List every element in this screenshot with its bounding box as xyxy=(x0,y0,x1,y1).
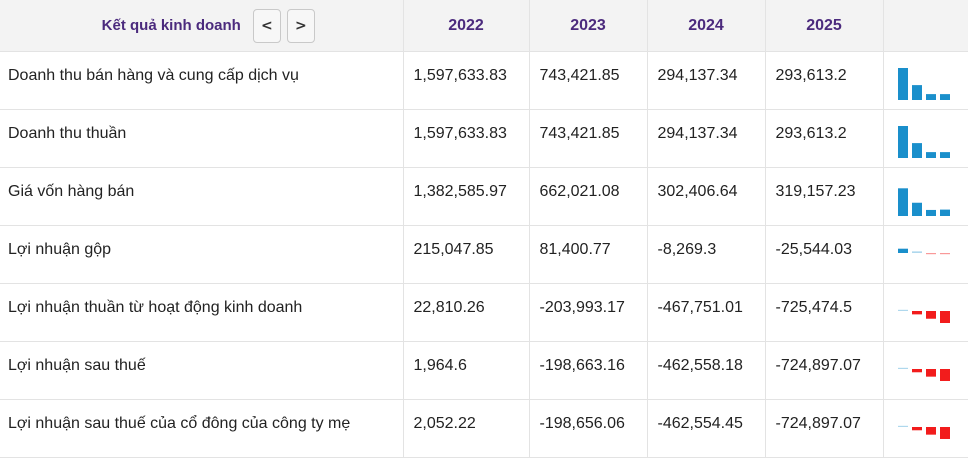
row-label: Doanh thu bán hàng và cung cấp dịch vụ xyxy=(0,51,404,110)
table-row: Lợi nhuận sau thuế của cổ đông của công … xyxy=(0,399,968,458)
sparkline-chart xyxy=(897,367,950,381)
value-cell-2025: -724,897.07 xyxy=(765,399,884,458)
sparkline-bar xyxy=(939,310,950,323)
sparkline-bar xyxy=(939,151,950,158)
table-row: Doanh thu bán hàng và cung cấp dịch vụ 1,… xyxy=(0,51,968,110)
sparkline-chart xyxy=(897,248,950,254)
value-cell-2025: -725,474.5 xyxy=(765,283,884,342)
sparkline-bar xyxy=(897,309,908,311)
sparkline-bar xyxy=(897,67,908,100)
next-button[interactable]: > xyxy=(286,8,315,43)
sparkline-bar xyxy=(911,426,922,430)
value-cell-2023: -203,993.17 xyxy=(529,283,648,342)
row-label: Lợi nhuận sau thuế xyxy=(0,341,404,400)
table-row: Lợi nhuận sau thuế 1,964.6 -198,663.16 -462… xyxy=(0,341,968,400)
sparkline-chart xyxy=(897,309,950,323)
sparkline-bar xyxy=(911,368,922,372)
sparkline-bar xyxy=(939,368,950,381)
value-cell-2022: 1,964.6 xyxy=(403,341,530,400)
sparkline-bar xyxy=(939,209,950,216)
row-label: Giá vốn hàng bán xyxy=(0,167,404,226)
value-cell-2022: 22,810.26 xyxy=(403,283,530,342)
value-cell-2025: -25,544.03 xyxy=(765,225,884,284)
year-header-2024: 2024 xyxy=(647,0,766,52)
sparkline-chart xyxy=(897,125,950,158)
value-cell-2024: 302,406.64 xyxy=(647,167,766,226)
row-label: Doanh thu thuần xyxy=(0,109,404,168)
value-cell-2023: 743,421.85 xyxy=(529,109,648,168)
value-cell-2022: 215,047.85 xyxy=(403,225,530,284)
section-title: Kết quả kinh doanh xyxy=(101,17,241,34)
sparkline-cell xyxy=(883,167,968,226)
sparkline-bar xyxy=(897,125,908,158)
value-cell-2024: 294,137.34 xyxy=(647,109,766,168)
prev-button[interactable]: < xyxy=(252,8,281,43)
header-title-cell: Kết quả kinh doanh < > xyxy=(0,0,404,52)
year-header-2025: 2025 xyxy=(765,0,884,52)
sparkline-cell xyxy=(883,51,968,110)
sparkline-bar xyxy=(897,248,908,253)
header-row: Kết quả kinh doanh < > 2022 2023 2024 20… xyxy=(0,0,968,52)
sparkline-bar xyxy=(925,310,936,319)
sparkline-bar xyxy=(939,93,950,100)
value-cell-2022: 1,382,585.97 xyxy=(403,167,530,226)
value-cell-2024: -8,269.3 xyxy=(647,225,766,284)
value-cell-2024: -462,558.18 xyxy=(647,341,766,400)
sparkline-bar xyxy=(925,93,936,100)
sparkline-bar xyxy=(897,367,908,369)
table-row: Lợi nhuận thuần từ hoạt động kinh doanh 2… xyxy=(0,283,968,342)
sparkline-bar xyxy=(939,426,950,439)
value-cell-2024: -467,751.01 xyxy=(647,283,766,342)
table-row: Doanh thu thuần 1,597,633.83 743,421.85 294… xyxy=(0,109,968,168)
value-cell-2023: 743,421.85 xyxy=(529,51,648,110)
value-cell-2024: 294,137.34 xyxy=(647,51,766,110)
value-cell-2022: 1,597,633.83 xyxy=(403,109,530,168)
value-cell-2022: 2,052.22 xyxy=(403,399,530,458)
sparkline-bar xyxy=(925,368,936,377)
row-label: Lợi nhuận thuần từ hoạt động kinh doanh xyxy=(0,283,404,342)
value-cell-2025: -724,897.07 xyxy=(765,341,884,400)
sparkline-header xyxy=(883,0,968,52)
value-cell-2025: 319,157.23 xyxy=(765,167,884,226)
year-header-2023: 2023 xyxy=(529,0,648,52)
sparkline-bar xyxy=(911,142,922,158)
value-cell-2024: -462,554.45 xyxy=(647,399,766,458)
value-cell-2023: -198,663.16 xyxy=(529,341,648,400)
value-cell-2025: 293,613.2 xyxy=(765,51,884,110)
value-cell-2022: 1,597,633.83 xyxy=(403,51,530,110)
sparkline-cell xyxy=(883,399,968,458)
sparkline-bar xyxy=(911,202,922,216)
sparkline-chart xyxy=(897,187,950,216)
sparkline-chart xyxy=(897,67,950,100)
sparkline-bar xyxy=(925,252,936,254)
year-header-2022: 2022 xyxy=(403,0,530,52)
sparkline-cell xyxy=(883,341,968,400)
sparkline-chart xyxy=(897,425,950,439)
sparkline-bar xyxy=(897,425,908,427)
row-label: Lợi nhuận sau thuế của cổ đông của công … xyxy=(0,399,404,458)
sparkline-bar xyxy=(939,252,950,254)
sparkline-cell xyxy=(883,109,968,168)
sparkline-cell xyxy=(883,283,968,342)
row-label: Lợi nhuận gộp xyxy=(0,225,404,284)
sparkline-bar xyxy=(925,151,936,158)
sparkline-bar xyxy=(897,187,908,216)
table-row: Lợi nhuận gộp 215,047.85 81,400.77 -8,269.3… xyxy=(0,225,968,284)
financial-results-table: Kết quả kinh doanh < > 2022 2023 2024 20… xyxy=(0,0,968,458)
sparkline-bar xyxy=(911,250,922,253)
sparkline-bar xyxy=(911,310,922,314)
value-cell-2025: 293,613.2 xyxy=(765,109,884,168)
value-cell-2023: -198,656.06 xyxy=(529,399,648,458)
value-cell-2023: 81,400.77 xyxy=(529,225,648,284)
sparkline-cell xyxy=(883,225,968,284)
sparkline-bar xyxy=(925,426,936,435)
sparkline-bar xyxy=(911,84,922,100)
table-row: Giá vốn hàng bán 1,382,585.97 662,021.08 30… xyxy=(0,167,968,226)
value-cell-2023: 662,021.08 xyxy=(529,167,648,226)
sparkline-bar xyxy=(925,209,936,216)
